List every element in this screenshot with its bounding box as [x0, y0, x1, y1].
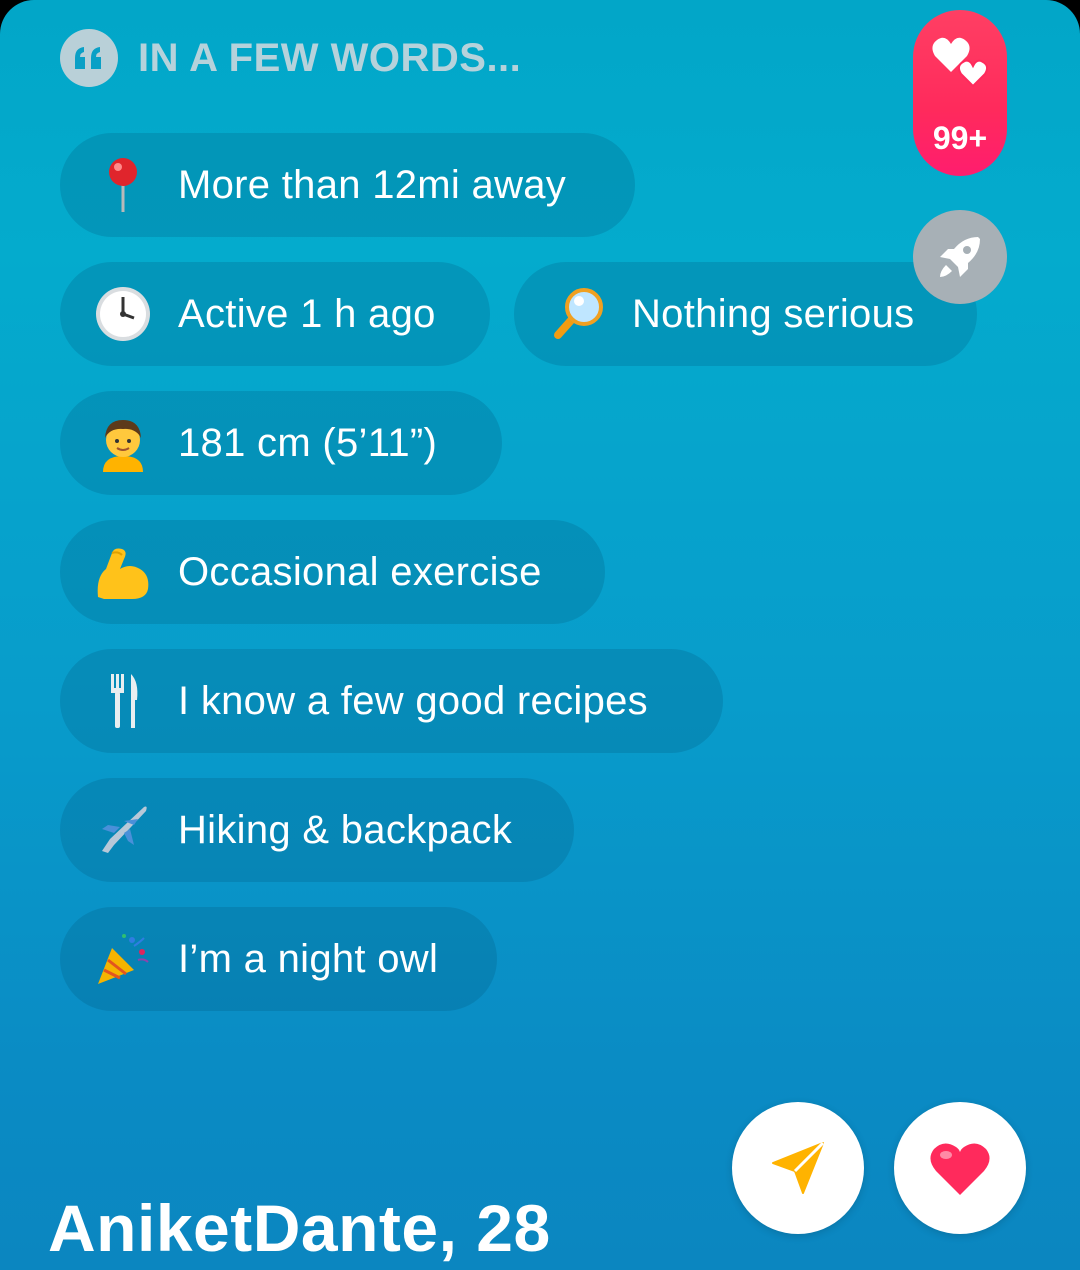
quote-icon	[60, 29, 118, 87]
chip-cooking: I know a few good recipes	[60, 649, 723, 753]
chip-looking-for: Nothing serious	[514, 262, 977, 366]
profile-name-age: AniketDante, 28	[48, 1191, 551, 1265]
flexed-biceps-icon	[94, 543, 152, 601]
boost-button[interactable]	[913, 210, 1007, 304]
clock-icon	[94, 285, 152, 343]
heart-icon	[930, 1143, 990, 1195]
chip-label: I know a few good recipes	[178, 678, 648, 723]
chip-label: Nothing serious	[632, 291, 915, 336]
hearts-icon	[932, 37, 989, 88]
send-message-button[interactable]	[732, 1102, 864, 1234]
profile-card: IN A FEW WORDS... More than 12mi away Ac…	[0, 0, 1080, 1270]
chip-exercise: Occasional exercise	[60, 520, 605, 624]
airplane-icon	[94, 801, 152, 859]
chip-distance: More than 12mi away	[60, 133, 635, 237]
likes-count: 99+	[932, 120, 988, 156]
chip-label: Occasional exercise	[178, 549, 542, 594]
likes-badge[interactable]: 99+	[913, 10, 1007, 176]
chip-label: Hiking & backpack	[178, 807, 513, 852]
chip-label: Active 1 h ago	[178, 291, 436, 336]
send-icon	[772, 1141, 825, 1194]
chip-lifestyle: I’m a night owl	[60, 907, 497, 1011]
section-header: IN A FEW WORDS...	[60, 29, 522, 87]
chip-label: I’m a night owl	[178, 936, 439, 981]
section-title: IN A FEW WORDS...	[138, 35, 522, 80]
chip-label: 181 cm (5’11”)	[178, 420, 438, 465]
chip-activity: Active 1 h ago	[60, 262, 490, 366]
round-pushpin-icon	[94, 156, 152, 214]
like-button[interactable]	[894, 1102, 1026, 1234]
chip-label: More than 12mi away	[178, 162, 567, 207]
fork-and-knife-icon	[94, 672, 152, 730]
chip-travel: Hiking & backpack	[60, 778, 574, 882]
chip-height: 181 cm (5’11”)	[60, 391, 502, 495]
magnifying-glass-icon	[548, 285, 606, 343]
rocket-icon	[940, 237, 980, 277]
party-popper-icon	[94, 930, 152, 988]
man-icon	[94, 414, 152, 472]
